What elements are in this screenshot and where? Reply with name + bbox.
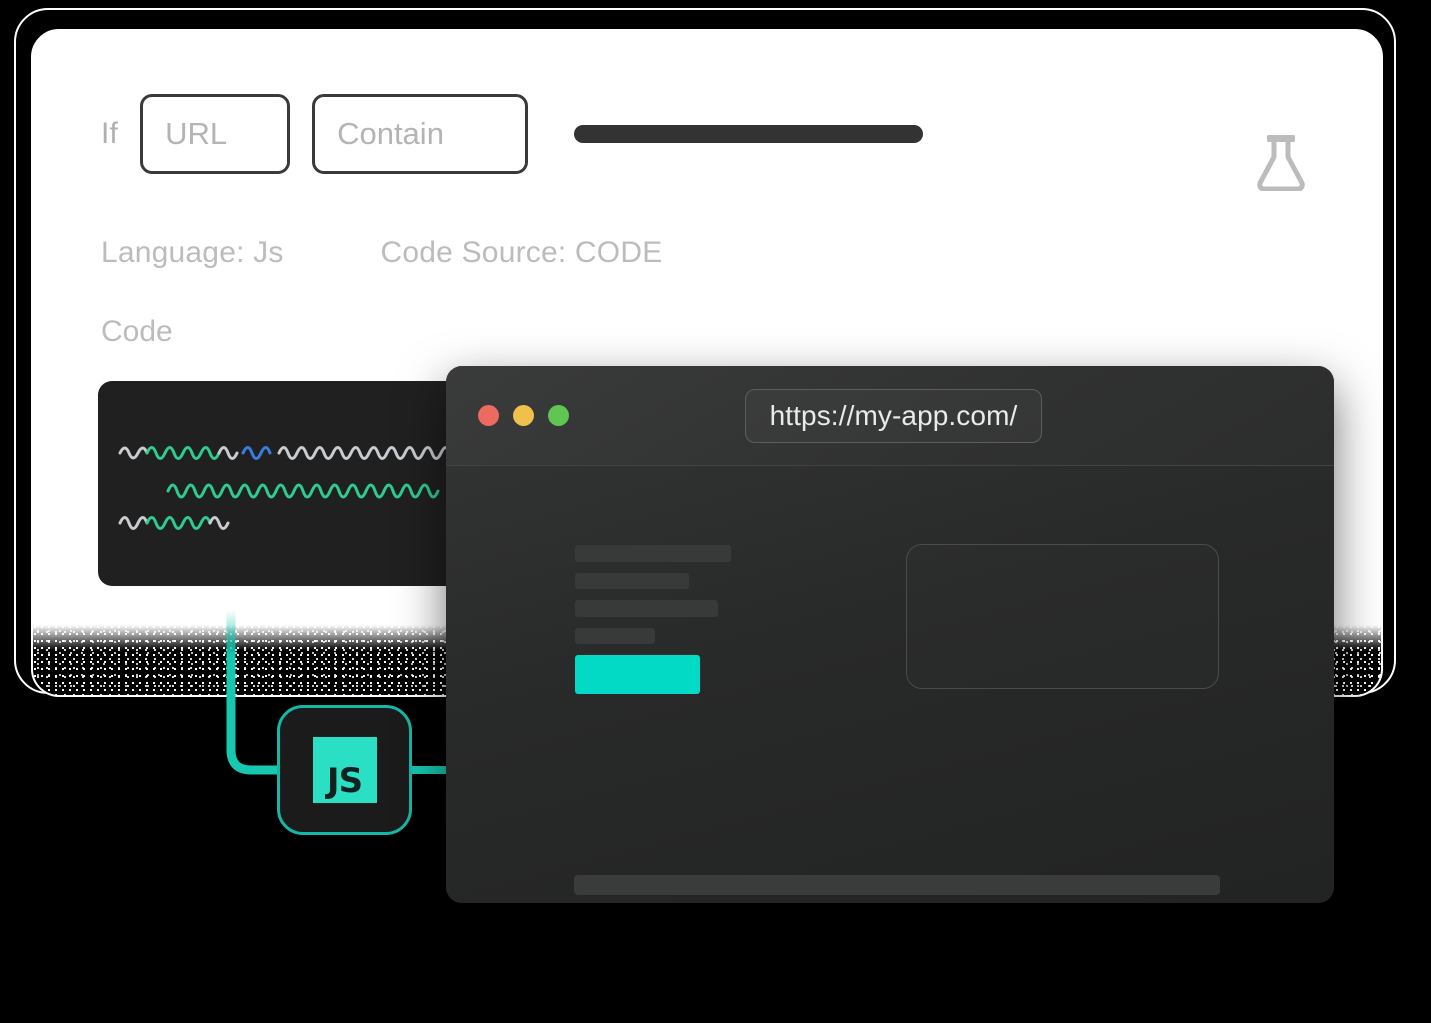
- if-label: If: [101, 117, 119, 150]
- placeholder-bar: [575, 628, 655, 644]
- footer-placeholder-bar: [574, 875, 1220, 895]
- meta-row: Language: Js Code Source: CODE: [101, 236, 662, 270]
- maximize-window-icon[interactable]: [548, 405, 569, 426]
- language-label: Language: Js: [101, 236, 284, 269]
- condition-row: If URL Contain: [101, 94, 924, 174]
- js-logo-icon: JS: [312, 737, 377, 803]
- preview-panel-outline: [906, 544, 1219, 689]
- code-source-label: Code Source: CODE: [380, 236, 663, 269]
- browser-preview-window: https://my-app.com/: [446, 366, 1334, 903]
- browser-chrome: https://my-app.com/: [446, 366, 1334, 466]
- js-language-badge[interactable]: JS: [277, 705, 412, 835]
- placeholder-bar: [575, 545, 731, 562]
- url-address-bar[interactable]: https://my-app.com/: [745, 389, 1042, 443]
- content-placeholder-stack: [575, 545, 731, 694]
- condition-value-input[interactable]: [574, 125, 924, 143]
- subject-select[interactable]: URL: [140, 94, 291, 174]
- browser-content-area: [446, 466, 1334, 903]
- close-window-icon[interactable]: [478, 405, 499, 426]
- placeholder-bar: [575, 573, 689, 589]
- minimize-window-icon[interactable]: [513, 405, 534, 426]
- operator-select[interactable]: Contain: [312, 94, 529, 174]
- js-badge-label: JS: [326, 761, 363, 801]
- traffic-light-group: [478, 405, 569, 426]
- code-section-label: Code: [101, 315, 173, 348]
- flask-icon[interactable]: [1255, 133, 1307, 192]
- placeholder-bar: [575, 600, 718, 617]
- screenshot-root: If URL Contain Language: Js Code Source:…: [0, 0, 1431, 1023]
- cta-button[interactable]: [575, 655, 700, 694]
- subject-select-value: URL: [165, 116, 228, 151]
- url-text: https://my-app.com/: [769, 400, 1018, 431]
- operator-select-value: Contain: [337, 116, 444, 151]
